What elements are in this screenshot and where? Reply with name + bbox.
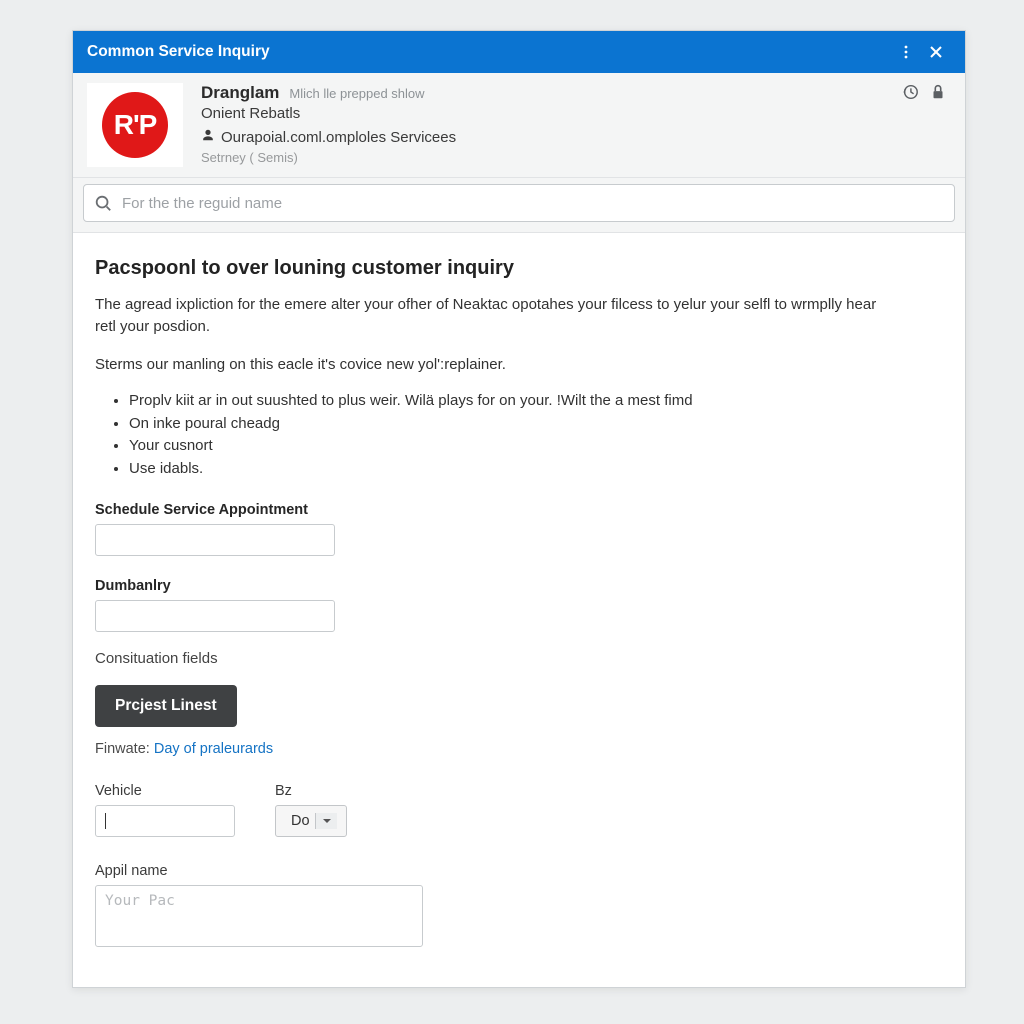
more-options-button[interactable] [891,37,921,67]
finwate-line: Finwate: Day of praleurards [95,741,943,757]
appil-label: Appil name [95,863,943,879]
header-info: Dranglam Mlich lle prepped shlow Onient … [201,83,951,167]
header-name: Dranglam [201,83,279,103]
brand-logo-circle: R'P [102,92,168,158]
appil-textarea[interactable] [95,885,423,947]
form-body: Pacspoonl to over louning customer inqui… [73,233,965,987]
consituation-label: Consituation fields [95,650,943,667]
chevron-down-icon [315,813,337,829]
search-input[interactable] [120,194,944,213]
dialog-window: Common Service Inquiry R'P Dranglam Mlic… [72,30,966,988]
search-icon [94,194,112,212]
search-bar[interactable] [83,184,955,222]
vehicle-label: Vehicle [95,783,235,799]
header-panel: R'P Dranglam Mlich lle prepped shlow Oni… [73,73,965,178]
bullet-item: Your cusnort [129,436,943,456]
intro-paragraph-1: The agread ixpliction for the emere alte… [95,294,885,338]
brand-logo-text: R'P [114,109,157,141]
user-icon [201,128,215,146]
header-meta: Setrney ( Semis) [201,150,951,165]
bullet-item: Proplv kiit ar in out suushted to plus w… [129,391,943,411]
header-tagline: Mlich lle prepped shlow [289,86,424,101]
finwate-label: Finwate: [95,741,150,757]
bz-label: Bz [275,783,347,799]
dumbanlry-input[interactable] [95,600,335,632]
header-subtitle: Onient Rebatls [201,105,951,122]
titlebar: Common Service Inquiry [73,31,965,73]
header-account: Ourapoial.coml.omploles Servicees [221,129,456,146]
intro-bullets: Proplv kiit ar in out suushted to plus w… [95,391,943,478]
history-icon[interactable] [901,83,919,106]
window-title: Common Service Inquiry [87,43,270,61]
vehicle-input[interactable] [95,805,235,837]
finwate-link[interactable]: Day of praleurards [154,741,273,757]
bullet-item: On inke poural cheadg [129,414,943,434]
intro-paragraph-2: Sterms our manling on this eacle it's co… [95,354,885,376]
brand-logo: R'P [87,83,183,167]
lock-icon [929,83,947,106]
schedule-label: Schedule Service Appointment [95,502,943,518]
dumbanlry-label: Dumbanlry [95,578,943,594]
schedule-input[interactable] [95,524,335,556]
bz-select[interactable]: Do [275,805,347,837]
bullet-item: Use idabls. [129,459,943,479]
search-bar-wrap [73,178,965,233]
submit-button[interactable]: Prcjest Linest [95,685,237,727]
close-button[interactable] [921,37,951,67]
bz-value: Do [285,813,310,829]
form-title: Pacspoonl to over louning customer inqui… [95,257,943,280]
